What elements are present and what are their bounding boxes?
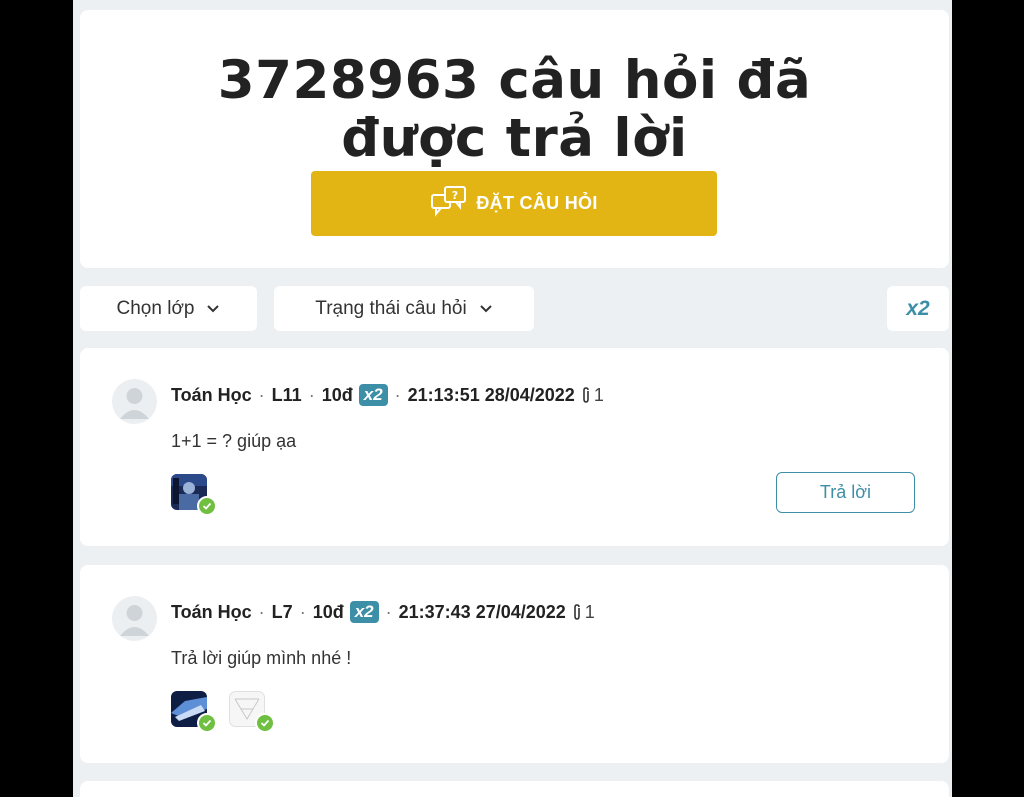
verified-check-icon: [197, 713, 217, 733]
answerer-avatar[interactable]: [171, 474, 217, 516]
hero-card: 3728963 câu hỏi đã được trả lời ? ĐẶT CÂ…: [80, 10, 949, 268]
verified-check-icon: [197, 496, 217, 516]
question-card[interactable]: Toán Học · L7 · 10đ x2 · 21:37:43 27/04/…: [80, 565, 949, 763]
paperclip-icon: [572, 603, 582, 621]
chevron-down-icon: [206, 298, 220, 320]
question-meta: Toán Học · L11 · 10đ x2 · 21:13:51 28/04…: [171, 384, 604, 406]
default-avatar-icon[interactable]: [112, 596, 157, 641]
answerer-avatar[interactable]: [229, 691, 275, 733]
reply-button[interactable]: Trả lời: [776, 472, 915, 513]
status-filter-dropdown[interactable]: Trạng thái câu hỏi: [274, 286, 534, 331]
x2-badge: x2: [349, 601, 379, 623]
ask-question-label: ĐẶT CÂU HỎI: [476, 193, 598, 213]
grade-filter-label: Chọn lớp: [116, 297, 195, 319]
question-datetime: 21:37:43 27/04/2022: [398, 601, 566, 622]
answerer-avatars: [171, 691, 275, 733]
title-line-1: 3728963 câu hỏi đã: [217, 50, 812, 111]
question-datetime: 21:13:51 28/04/2022: [407, 384, 575, 405]
default-avatar-icon[interactable]: [112, 379, 157, 424]
attachment-count: 1: [593, 384, 604, 405]
status-filter-label: Trạng thái câu hỏi: [315, 297, 467, 319]
x2-filter-button[interactable]: x2: [887, 286, 949, 331]
chat-question-icon: ?: [430, 185, 468, 222]
question-meta: Toán Học · L7 · 10đ x2 · 21:37:43 27/04/…: [171, 601, 595, 623]
subject-label[interactable]: Toán Học: [171, 385, 252, 406]
ask-question-button[interactable]: ? ĐẶT CÂU HỎI: [311, 171, 717, 236]
grade-label: L11: [271, 384, 302, 405]
grade-filter-dropdown[interactable]: Chọn lớp: [80, 286, 257, 331]
verified-check-icon: [255, 713, 275, 733]
answerer-avatar[interactable]: [171, 691, 217, 733]
question-card[interactable]: Toán Học · L11 · 10đ x2 · 21:13:51 28/04…: [80, 348, 949, 546]
title-line-2: được trả lời: [341, 108, 688, 169]
x2-badge: x2: [358, 384, 388, 406]
question-card[interactable]: [80, 781, 949, 797]
attachment-count: 1: [584, 601, 595, 622]
x2-filter-label: x2: [906, 296, 930, 320]
points-label: 10đ: [312, 601, 344, 622]
subject-label[interactable]: Toán Học: [171, 602, 252, 623]
answered-count-title: 3728963 câu hỏi đã được trả lời: [80, 52, 949, 168]
points-label: 10đ: [321, 384, 353, 405]
question-text[interactable]: Trả lời giúp mình nhé !: [171, 648, 351, 669]
question-text[interactable]: 1+1 = ? giúp ạa: [171, 431, 296, 452]
svg-text:?: ?: [452, 189, 458, 202]
answerer-avatars: [171, 474, 217, 516]
page: 3728963 câu hỏi đã được trả lời ? ĐẶT CÂ…: [73, 0, 952, 797]
chevron-down-icon: [479, 298, 493, 320]
paperclip-icon: [581, 386, 591, 404]
grade-label: L7: [271, 601, 293, 622]
